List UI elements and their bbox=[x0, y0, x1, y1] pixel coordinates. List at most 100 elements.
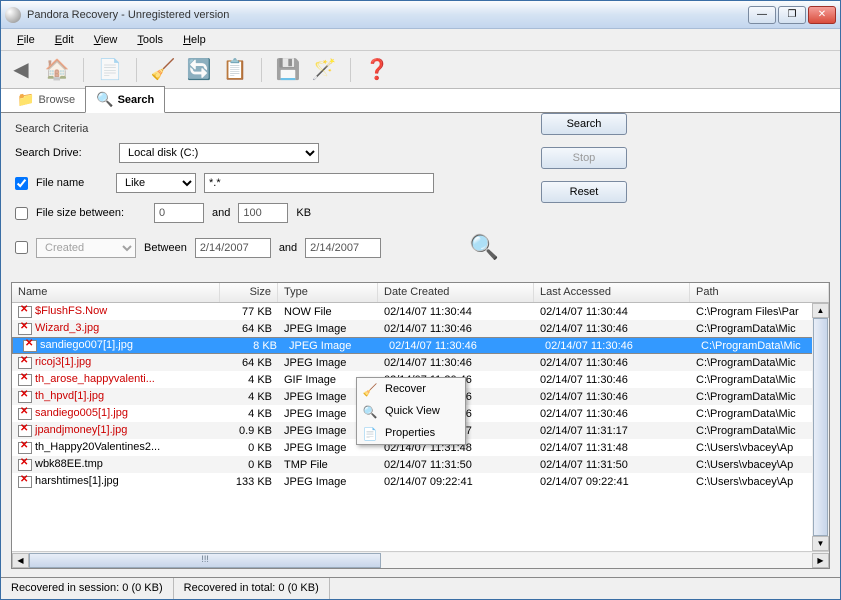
recover-icon[interactable]: 🧹 bbox=[149, 56, 177, 84]
file-last: 02/14/07 11:31:48 bbox=[534, 441, 690, 455]
filesize-from-input[interactable] bbox=[154, 203, 204, 223]
file-name: ricoj3[1].jpg bbox=[35, 356, 91, 368]
file-type: TMP File bbox=[278, 458, 378, 472]
scroll-left-icon[interactable]: ◀ bbox=[12, 553, 29, 568]
scroll-down-icon[interactable]: ▼ bbox=[812, 536, 829, 551]
file-name: $FlushFS.Now bbox=[35, 305, 107, 317]
scroll-thumb[interactable]: !!! bbox=[29, 553, 381, 568]
filename-pattern-input[interactable] bbox=[204, 173, 434, 193]
toolbar-divider bbox=[350, 58, 351, 82]
back-icon[interactable]: ◀ bbox=[7, 56, 35, 84]
close-button[interactable]: ✕ bbox=[808, 6, 836, 24]
tab-label: Search bbox=[118, 94, 155, 106]
file-name: Wizard_3.jpg bbox=[35, 322, 99, 334]
file-type: JPEG Image bbox=[283, 339, 383, 353]
recover-icon: 🧹 bbox=[362, 382, 378, 398]
disk-icon[interactable]: 💾 bbox=[274, 56, 302, 84]
scroll-up-icon[interactable]: ▲ bbox=[812, 303, 829, 318]
vertical-scrollbar[interactable]: ▲ ▼ bbox=[812, 303, 829, 551]
scroll-track[interactable]: !!! bbox=[29, 553, 812, 568]
file-deleted-icon bbox=[18, 442, 32, 454]
file-deleted-icon bbox=[18, 459, 32, 471]
file-size: 8 KB bbox=[225, 339, 283, 353]
tab-label: Browse bbox=[38, 94, 75, 106]
wizard-icon[interactable]: 🪄 bbox=[310, 56, 338, 84]
ctx-recover[interactable]: 🧹 Recover bbox=[357, 378, 465, 400]
file-name: jpandjmoney[1].jpg bbox=[35, 424, 127, 436]
table-row[interactable]: ricoj3[1].jpg64 KBJPEG Image02/14/07 11:… bbox=[12, 354, 829, 371]
file-last: 02/14/07 11:30:46 bbox=[534, 322, 690, 336]
ctx-properties[interactable]: 📄 Properties bbox=[357, 422, 465, 444]
file-name: sandiego007[1].jpg bbox=[40, 339, 133, 351]
page-icon[interactable]: 📋 bbox=[221, 56, 249, 84]
col-size[interactable]: Size bbox=[220, 283, 278, 302]
maximize-button[interactable]: ❐ bbox=[778, 6, 806, 24]
scroll-right-icon[interactable]: ▶ bbox=[812, 553, 829, 568]
menu-file[interactable]: File bbox=[9, 32, 43, 48]
file-deleted-icon bbox=[18, 374, 32, 386]
file-date: 02/14/07 11:30:46 bbox=[378, 322, 534, 336]
help-icon[interactable]: ❓ bbox=[363, 56, 391, 84]
filename-op-select[interactable]: Like bbox=[116, 173, 196, 193]
file-name: harshtimes[1].jpg bbox=[35, 475, 119, 487]
refresh-icon[interactable]: 🔄 bbox=[185, 56, 213, 84]
file-size: 77 KB bbox=[220, 305, 278, 319]
col-name[interactable]: Name bbox=[12, 283, 220, 302]
search-button[interactable]: Search bbox=[541, 113, 627, 135]
minimize-button[interactable]: — bbox=[748, 6, 776, 24]
file-path: C:\ProgramData\Mic bbox=[690, 356, 829, 370]
table-row[interactable]: wbk88EE.tmp0 KBTMP File02/14/07 11:31:50… bbox=[12, 456, 829, 473]
filesize-to-input[interactable] bbox=[238, 203, 288, 223]
col-last[interactable]: Last Accessed bbox=[534, 283, 690, 302]
context-menu: 🧹 Recover 🔍 Quick View 📄 Properties bbox=[356, 377, 466, 445]
menu-view[interactable]: View bbox=[86, 32, 126, 48]
file-deleted-icon bbox=[18, 306, 32, 318]
table-row[interactable]: $FlushFS.Now77 KBNOW File02/14/07 11:30:… bbox=[12, 303, 829, 320]
horizontal-scrollbar[interactable]: ◀ !!! ▶ bbox=[12, 551, 829, 568]
file-deleted-icon bbox=[18, 391, 32, 403]
file-type: JPEG Image bbox=[278, 475, 378, 489]
drive-select[interactable]: Local disk (C:) bbox=[119, 143, 319, 163]
table-row[interactable]: Wizard_3.jpg64 KBJPEG Image02/14/07 11:3… bbox=[12, 320, 829, 337]
tab-search[interactable]: 🔍 Search bbox=[85, 86, 165, 113]
filesize-checkbox[interactable] bbox=[15, 207, 28, 220]
col-type[interactable]: Type bbox=[278, 283, 378, 302]
file-path: C:\Users\vbacey\Ap bbox=[690, 475, 829, 489]
file-size: 133 KB bbox=[220, 475, 278, 489]
file-path: C:\Program Files\Par bbox=[690, 305, 829, 319]
date-to-input[interactable] bbox=[305, 238, 381, 258]
quickview-icon: 🔍 bbox=[362, 404, 378, 420]
menu-tools[interactable]: Tools bbox=[129, 32, 171, 48]
statusbar: Recovered in session: 0 (0 KB) Recovered… bbox=[1, 577, 840, 599]
filename-checkbox[interactable] bbox=[15, 177, 28, 190]
filename-label: File name bbox=[36, 177, 108, 189]
forward-icon[interactable]: 🏠 bbox=[43, 56, 71, 84]
file-type: JPEG Image bbox=[278, 322, 378, 336]
date-from-input[interactable] bbox=[195, 238, 271, 258]
file-type: JPEG Image bbox=[278, 356, 378, 370]
col-date[interactable]: Date Created bbox=[378, 283, 534, 302]
toolbar-divider bbox=[261, 58, 262, 82]
toolbar: ◀ 🏠 📄 🧹 🔄 📋 💾 🪄 ❓ bbox=[1, 51, 840, 89]
scroll-thumb[interactable] bbox=[813, 318, 828, 536]
menu-help[interactable]: Help bbox=[175, 32, 214, 48]
table-row[interactable]: sandiego007[1].jpg8 KBJPEG Image02/14/07… bbox=[12, 337, 829, 354]
date-checkbox[interactable] bbox=[15, 241, 28, 254]
file-path: C:\ProgramData\Mic bbox=[690, 373, 829, 387]
properties-icon: 📄 bbox=[362, 426, 378, 442]
file-deleted-icon bbox=[18, 357, 32, 369]
date-field-select[interactable]: Created bbox=[36, 238, 136, 258]
file-size: 0.9 KB bbox=[220, 424, 278, 438]
col-path[interactable]: Path bbox=[690, 283, 829, 302]
reset-button[interactable]: Reset bbox=[541, 181, 627, 203]
stop-button[interactable]: Stop bbox=[541, 147, 627, 169]
file-last: 02/14/07 09:22:41 bbox=[534, 475, 690, 489]
tab-browse[interactable]: 📁 Browse bbox=[7, 87, 85, 112]
and-label: and bbox=[279, 242, 297, 254]
ctx-quickview[interactable]: 🔍 Quick View bbox=[357, 400, 465, 422]
file-deleted-icon bbox=[18, 323, 32, 335]
file-deleted-icon bbox=[18, 425, 32, 437]
menu-edit[interactable]: Edit bbox=[47, 32, 82, 48]
table-row[interactable]: harshtimes[1].jpg 133 KBJPEG Image 02/14/0… bbox=[12, 473, 829, 490]
folder-icon[interactable]: 📄 bbox=[96, 56, 124, 84]
